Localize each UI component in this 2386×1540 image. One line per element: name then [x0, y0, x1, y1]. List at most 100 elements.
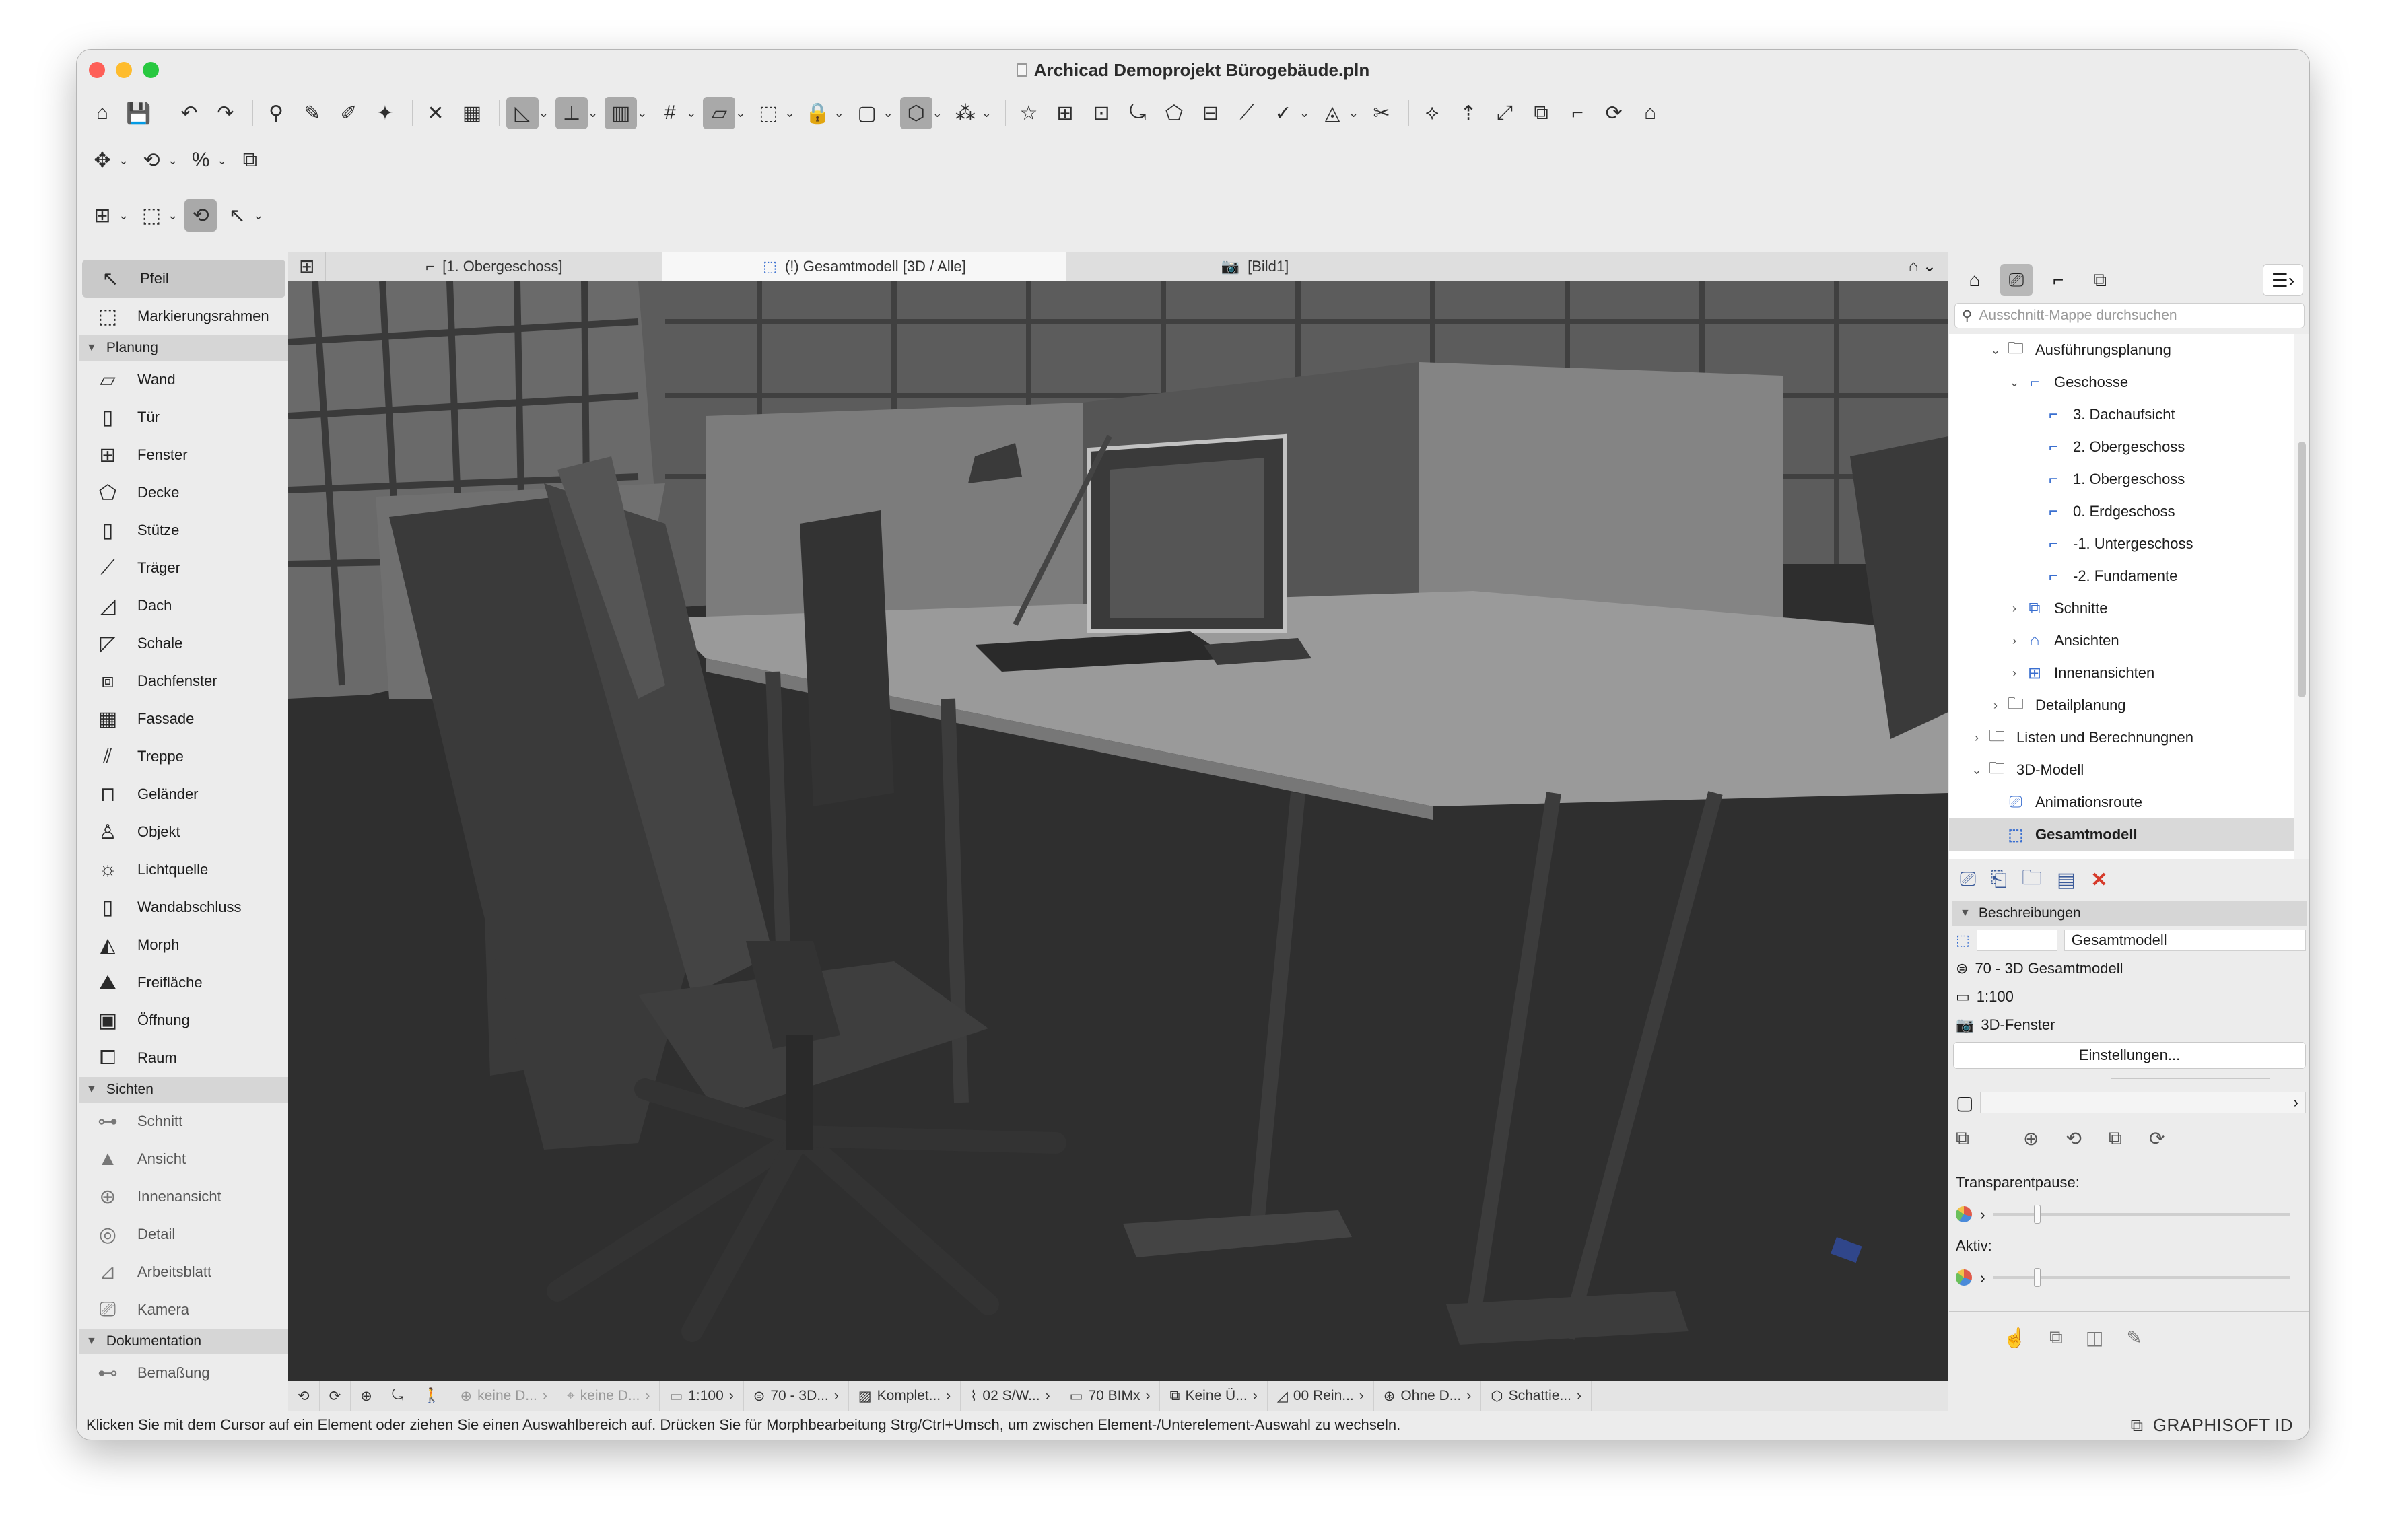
tool-wandabschluss[interactable]: ▯ Wandabschluss: [79, 888, 288, 926]
tab-obergeschoss[interactable]: ⌐ [1. Obergeschoss]: [326, 251, 663, 281]
beschreibungen-section[interactable]: ▼ Beschreibungen: [1952, 901, 2307, 926]
chevron-down-icon[interactable]: ⌄: [1349, 106, 1359, 120]
chevron-down-icon[interactable]: ⌄: [118, 209, 129, 223]
grid-button[interactable]: #: [654, 97, 686, 129]
orbit-button[interactable]: ⟲: [184, 199, 217, 232]
tree-ansichten[interactable]: › ⌂ Ansichten: [1949, 625, 2294, 657]
chevron-down-icon[interactable]: ⌄: [982, 106, 992, 120]
tree-3d-modell[interactable]: ⌄ 🗀 3D-Modell: [1949, 754, 2294, 786]
pen-set-button[interactable]: ⬚: [135, 199, 168, 232]
tool-schale[interactable]: ◸ Schale: [79, 625, 288, 662]
chevron-down-icon[interactable]: ⌄: [539, 106, 549, 120]
graphisoft-id-button[interactable]: GRAPHISOFT ID: [2153, 1411, 2293, 1439]
view-map-icon[interactable]: ⎚: [2000, 264, 2033, 296]
corner-button[interactable]: ⌐: [1561, 97, 1594, 129]
chevron-down-icon[interactable]: ⌄: [834, 106, 844, 120]
chevron-icon[interactable]: ⌄: [2006, 376, 2023, 390]
chevron-down-icon[interactable]: ⌄: [637, 106, 647, 120]
navigator-menu-icon[interactable]: ☰›: [2263, 264, 2303, 296]
tool-traeger[interactable]: ⟋ Träger: [79, 549, 288, 587]
clone-view-icon[interactable]: ⎗: [1991, 868, 2007, 891]
tool-schnitt[interactable]: ⊶ Schnitt: [79, 1102, 288, 1140]
status-dim[interactable]: ⊛ Ohne D... ›: [1374, 1381, 1482, 1411]
status-orbit[interactable]: ⤿: [382, 1381, 414, 1411]
layer-combo-button[interactable]: ⊞: [86, 199, 118, 232]
status-model-view[interactable]: ▨ Komplet... ›: [849, 1381, 961, 1411]
grid-snap-button[interactable]: ▥: [605, 97, 638, 129]
tool-wand[interactable]: ▱ Wand: [79, 361, 288, 398]
tool-kamera[interactable]: ⎚ Kamera: [79, 1291, 288, 1329]
name-field[interactable]: Gesamtmodell: [2064, 930, 2306, 951]
status-shadow[interactable]: ⬡ Schattie... ›: [1481, 1381, 1592, 1411]
tree-detailplanung[interactable]: › 🗀 Detailplanung: [1949, 689, 2294, 722]
place-icon[interactable]: ⧉: [1956, 1127, 1969, 1150]
rotate-button[interactable]: ⟲: [135, 144, 168, 176]
tool-dach[interactable]: ◿ Dach: [79, 587, 288, 625]
tab-bild1[interactable]: 📷 [Bild1]: [1066, 251, 1444, 281]
close-button[interactable]: [89, 62, 105, 78]
chevron-down-icon[interactable]: ⌄: [735, 106, 745, 120]
group-planung[interactable]: ▼ Planung: [79, 335, 288, 361]
lock-button[interactable]: 🔒: [802, 97, 834, 129]
save-button[interactable]: 💾: [123, 97, 155, 129]
tree-erdgeschoss[interactable]: ⌐ 0. Erdgeschoss: [1949, 495, 2294, 528]
tree-fundamente[interactable]: ⌐ -2. Fundamente: [1949, 560, 2294, 592]
tree-geschosse[interactable]: ⌄ ⌐ Geschosse: [1949, 366, 2294, 398]
tool-detail[interactable]: ◎ Detail: [79, 1216, 288, 1253]
undo-button[interactable]: ↶: [173, 97, 205, 129]
chevron-down-icon[interactable]: ⌄: [784, 106, 794, 120]
chevron-icon[interactable]: ›: [1968, 731, 1985, 745]
tree-dachaufsicht[interactable]: ⌐ 3. Dachaufsicht: [1949, 398, 2294, 431]
plane-button[interactable]: ⏥: [703, 97, 736, 129]
status-keine-d2[interactable]: ⌖ keine D... ›: [557, 1381, 660, 1411]
tree-2-obergeschoss[interactable]: ⌐ 2. Obergeschoss: [1949, 431, 2294, 463]
tree-animationsroute[interactable]: ⎚ Animationsroute: [1949, 786, 2294, 818]
slider-knob[interactable]: [2033, 1205, 2041, 1224]
circle-button[interactable]: ◬: [1316, 97, 1349, 129]
tool-oeffnung[interactable]: ▣ Öffnung: [79, 1002, 288, 1039]
chevron-icon[interactable]: ⌄: [1987, 343, 2004, 357]
tool-pfeil[interactable]: ↖ Pfeil: [82, 260, 285, 298]
status-scale[interactable]: ▭ 1:100 ›: [660, 1381, 744, 1411]
tool-decke[interactable]: ⬠ Decke: [79, 474, 288, 512]
redo-button[interactable]: ↷: [209, 97, 242, 129]
move-button[interactable]: ✥: [86, 144, 118, 176]
trim-button[interactable]: ⟡: [1416, 97, 1448, 129]
tool-bemassung[interactable]: ⊷ Bemaßung: [79, 1354, 288, 1392]
color-pie-icon[interactable]: [1956, 1206, 1972, 1222]
tab-menu-icon[interactable]: ⌂ ⌄: [1897, 256, 1948, 276]
new-view-icon[interactable]: ⎚: [1960, 868, 1976, 891]
zoom-button[interactable]: [143, 62, 159, 78]
hand-icon[interactable]: ☝: [2003, 1327, 2026, 1349]
layout-book-icon[interactable]: ⌐: [2042, 264, 2074, 296]
tab-grid-icon[interactable]: ⊞: [288, 251, 327, 281]
group-button[interactable]: ⁂: [949, 97, 982, 129]
3d-viewport[interactable]: [288, 281, 1948, 1381]
layer-combo-row[interactable]: ⊜ 70 - 3D Gesamtmodell: [1949, 954, 2309, 983]
chevron-down-icon[interactable]: ⌄: [932, 106, 943, 120]
view-map-search[interactable]: ⚲ Ausschnitt-Mappe durchsuchen: [1954, 303, 2305, 328]
active-slider[interactable]: [1993, 1268, 2290, 1287]
check-button[interactable]: ✓: [1267, 97, 1299, 129]
status-structure[interactable]: ◿ 00 Rein... ›: [1268, 1381, 1374, 1411]
rotate-icon[interactable]: ⟲: [2066, 1127, 2081, 1150]
arrow-tool-button[interactable]: ↖: [221, 199, 253, 232]
group-dokumentation[interactable]: ▼ Dokumentation: [79, 1329, 288, 1354]
tool-freiflaeche[interactable]: ⛰ Freifläche: [79, 964, 288, 1002]
chevron-down-icon[interactable]: ⌄: [686, 106, 696, 120]
chevron-down-icon[interactable]: ⌄: [168, 153, 178, 168]
section-button[interactable]: ⊡: [1085, 97, 1118, 129]
offset-button[interactable]: ⧉: [1525, 97, 1557, 129]
tab-gesamtmodell[interactable]: ⬚ (!) Gesamtmodell [3D / Alle]: [662, 251, 1067, 281]
window-icon[interactable]: ⧉: [2131, 1411, 2144, 1439]
angle-button[interactable]: ◺: [506, 97, 539, 129]
favorites-button[interactable]: ☆: [1013, 97, 1045, 129]
delete-icon[interactable]: ✕: [2090, 868, 2107, 892]
chevron-icon[interactable]: ›: [2006, 602, 2023, 616]
status-zoom[interactable]: ⊕ keine D... ›: [450, 1381, 557, 1411]
tool-markierungsrahmen[interactable]: ⬚ Markierungsrahmen: [79, 298, 288, 335]
tool-objekt[interactable]: ♙ Objekt: [79, 813, 288, 851]
status-zoom-in[interactable]: ⊕: [351, 1381, 382, 1411]
measure-button[interactable]: ⟋: [1231, 97, 1263, 129]
status-redo[interactable]: ⟳: [320, 1381, 351, 1411]
